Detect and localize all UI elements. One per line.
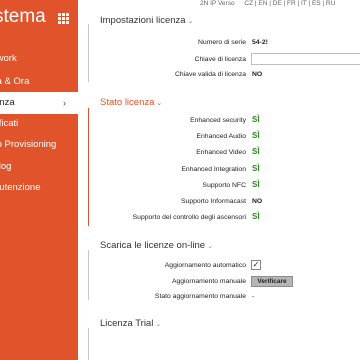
manual-update-status-value: - xyxy=(252,293,255,300)
section-scarica-title[interactable]: Scarica le licenze on-line ⌄ xyxy=(100,240,213,251)
section-stato-title[interactable]: Stato licenza ⌄ xyxy=(100,97,162,108)
chevron-down-icon: ⌄ xyxy=(187,18,194,25)
license-key-valid-value: NO xyxy=(252,71,263,78)
section-bracket xyxy=(88,108,94,226)
stato-row-value: SÌ xyxy=(252,131,260,140)
stato-row-value: SÌ xyxy=(252,180,260,189)
section-title-text: Licenza Trial xyxy=(100,318,154,329)
chevron-down-icon: ⌄ xyxy=(155,321,162,328)
section-title-text: Scarica le licenze on-line xyxy=(100,240,206,251)
sidebar: stema twork ta & Ora enza › tificati to … xyxy=(0,0,78,360)
sidebar-item-licenza[interactable]: enza › xyxy=(0,92,78,114)
stato-row-label: Supporto del controllo degli ascensori xyxy=(132,214,246,221)
stato-row-label: Supporto Informacast xyxy=(181,198,246,205)
sidebar-brand: stema xyxy=(0,6,46,27)
sidebar-item-label: ta & Ora xyxy=(0,76,30,87)
grid-menu-icon[interactable] xyxy=(58,13,69,24)
license-key-input[interactable] xyxy=(251,53,360,65)
section-bracket xyxy=(88,250,94,300)
stato-row-label: Enhanced Audio xyxy=(196,133,246,140)
manual-update-label: Aggiornamento manuale xyxy=(171,278,246,285)
sidebar-item-label: tificati xyxy=(0,118,19,129)
stato-row-value: SÌ xyxy=(252,212,260,221)
serial-label: Numero di serie xyxy=(198,39,246,46)
stato-row-label: Enhanced security xyxy=(190,117,246,124)
check-icon: ✓ xyxy=(252,260,260,269)
section-bracket xyxy=(88,24,94,82)
section-trial-title[interactable]: Licenza Trial ⌄ xyxy=(100,318,161,329)
stato-row-label: Supporto NFC xyxy=(202,182,246,189)
language-selector[interactable]: CZ | EN | DE | FR | IT | ES | RU xyxy=(244,0,335,7)
sidebar-item-label: nutenzione xyxy=(0,182,41,193)
sidebar-item-label: enza xyxy=(0,97,15,108)
sidebar-item-data-ora[interactable]: ta & Ora xyxy=(0,71,78,93)
stato-row-value: NO xyxy=(252,198,263,205)
serial-value: 54-2! xyxy=(252,39,268,46)
license-key-label: Chiave di licenza xyxy=(194,56,246,63)
stato-row-value: SÌ xyxy=(252,147,260,156)
stato-row-value: SÌ xyxy=(252,164,260,173)
stato-row-value: SÌ xyxy=(252,115,260,124)
stato-row-label: Enhanced Video xyxy=(196,149,246,156)
license-key-valid-label: Chiave valida di licenza xyxy=(174,71,246,78)
stato-row-label: Enhanced Integration xyxy=(181,166,246,173)
sidebar-item-certificati[interactable]: tificati xyxy=(0,113,78,135)
chevron-down-icon: ⌄ xyxy=(207,243,213,250)
manual-update-status-label: Stato aggiornamento manuale xyxy=(154,293,246,300)
sidebar-item-label: slog xyxy=(0,161,12,172)
sidebar-item-provisioning[interactable]: to Provisioning xyxy=(0,134,78,156)
version-label: 2N IP Verso xyxy=(200,0,235,7)
sidebar-item-syslog[interactable]: slog xyxy=(0,156,78,178)
section-title-text: Impostazioni licenza xyxy=(100,15,186,26)
sidebar-item-network[interactable]: twork xyxy=(0,48,78,70)
verify-button[interactable]: Verificare xyxy=(251,276,293,287)
top-bar: 2N IP Verso CZ | EN | DE | FR | IT | ES … xyxy=(200,0,335,7)
section-title-text: Stato licenza xyxy=(100,97,155,108)
sidebar-item-manutenzione[interactable]: nutenzione xyxy=(0,177,78,199)
auto-update-checkbox[interactable]: ✓ xyxy=(251,260,261,270)
auto-update-label: Aggiornamento automatico xyxy=(164,262,246,269)
section-bracket xyxy=(88,328,94,360)
sidebar-item-label: to Provisioning xyxy=(0,139,57,150)
chevron-right-icon: › xyxy=(63,98,66,108)
chevron-down-icon: ⌄ xyxy=(156,100,163,107)
section-impostazioni-title[interactable]: Impostazioni licenza ⌄ xyxy=(100,15,193,26)
sidebar-item-label: twork xyxy=(0,53,17,64)
